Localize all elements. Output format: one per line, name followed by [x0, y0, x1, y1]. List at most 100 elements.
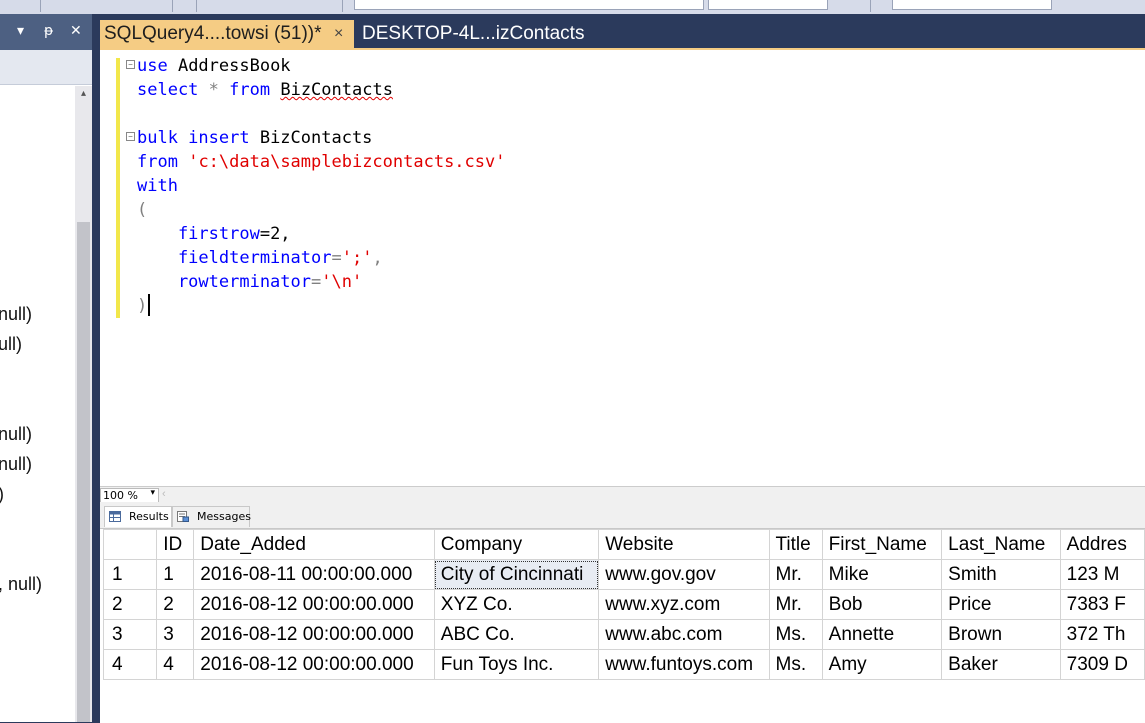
table-cell[interactable]: Ms.	[768, 649, 823, 680]
table-row[interactable]: 4 4 2016-08-12 00:00:00.000 Fun Toys Inc. ww…	[102, 649, 1145, 680]
search-combo[interactable]	[892, 0, 1052, 10]
code-token: )	[137, 296, 148, 316]
zoom-select[interactable]: 100 % ▾	[100, 488, 159, 503]
code-token: =	[331, 248, 342, 268]
pin-icon[interactable]: ᵽ	[44, 23, 53, 39]
table-cell[interactable]: 4	[156, 649, 195, 680]
table-cell[interactable]: www.abc.com	[598, 619, 770, 650]
code-line[interactable]: select * from BizContacts	[137, 78, 393, 102]
table-cell[interactable]: 123 M	[1059, 559, 1145, 590]
tree-item-text[interactable]: null)	[0, 454, 32, 475]
table-cell[interactable]: ABC Co.	[433, 619, 600, 650]
panel-splitter[interactable]	[92, 14, 100, 722]
code-token: =2,	[259, 224, 291, 244]
close-panel-icon[interactable]: ✕	[70, 23, 82, 39]
tab-messages[interactable]: Messages	[172, 506, 251, 527]
table-cell[interactable]: XYZ Co.	[433, 589, 600, 620]
query-editor[interactable]: − − use AddressBook select * from BizCont…	[100, 50, 1145, 486]
code-line[interactable]: firstrow=2,	[137, 222, 291, 246]
code-line[interactable]: rowterminator='\n'	[137, 270, 362, 294]
tree-item-text[interactable]: )	[0, 484, 4, 505]
table-cell[interactable]: 2016-08-12 00:00:00.000	[193, 649, 435, 680]
row-number-cell[interactable]: 2	[102, 589, 158, 620]
table-cell[interactable]: www.gov.gov	[598, 559, 770, 590]
column-header-last-name[interactable]: Last_Name	[941, 529, 1061, 560]
grid-icon	[109, 511, 121, 522]
row-number-cell[interactable]: 3	[102, 619, 158, 650]
tab-sqlquery4[interactable]: SQLQuery4....towsi (51))* ×	[100, 20, 354, 48]
column-header-address[interactable]: Addres	[1059, 529, 1145, 560]
collapse-icon[interactable]: −	[126, 132, 135, 141]
code-token: select	[137, 80, 199, 100]
table-cell[interactable]: Amy	[821, 649, 943, 680]
scroll-left-icon[interactable]: ‹	[162, 488, 166, 500]
code-line[interactable]: )	[137, 294, 147, 318]
code-token: with	[137, 176, 178, 196]
table-cell[interactable]: 372 Th	[1059, 619, 1145, 650]
code-token: use	[137, 56, 168, 76]
table-cell[interactable]: Mr.	[768, 559, 823, 590]
code-line[interactable]: fieldterminator=';',	[137, 246, 383, 270]
table-cell[interactable]: 2016-08-12 00:00:00.000	[193, 589, 435, 620]
tree-item-text[interactable]: null)	[0, 304, 32, 325]
table-cell[interactable]: Price	[941, 589, 1061, 620]
table-cell[interactable]: www.funtoys.com	[598, 649, 770, 680]
row-number-cell[interactable]: 1	[102, 559, 158, 590]
column-header-id[interactable]: ID	[156, 529, 195, 560]
code-line[interactable]: with	[137, 174, 178, 198]
toolbar-separator	[172, 0, 173, 12]
table-cell[interactable]: www.xyz.com	[598, 589, 770, 620]
column-header-date-added[interactable]: Date_Added	[193, 529, 435, 560]
scroll-up-icon[interactable]: ▴	[75, 88, 92, 102]
column-header-website[interactable]: Website	[598, 529, 770, 560]
close-tab-icon[interactable]: ×	[334, 20, 343, 48]
table-cell[interactable]: 2016-08-12 00:00:00.000	[193, 619, 435, 650]
column-header-company[interactable]: Company	[433, 529, 600, 560]
code-line[interactable]: (	[137, 198, 147, 222]
table-row[interactable]: 1 1 2016-08-11 00:00:00.000 City of Cincinn…	[102, 559, 1145, 590]
table-cell[interactable]: Ms.	[768, 619, 823, 650]
table-cell[interactable]: Mr.	[768, 589, 823, 620]
tree-item-text[interactable]: ull)	[0, 334, 22, 355]
table-cell[interactable]: 2	[156, 589, 195, 620]
table-cell[interactable]: 7383 F	[1059, 589, 1145, 620]
tree-item-text[interactable]: null)	[0, 424, 32, 445]
code-line[interactable]: use AddressBook	[137, 54, 291, 78]
tab-results[interactable]: Results	[104, 506, 172, 527]
panel-title-bar: ▾ ᵽ ✕	[0, 14, 92, 50]
table-cell[interactable]: City of Cincinnati	[433, 559, 600, 590]
results-grid[interactable]: ID Date_Added Company Website Title Firs…	[100, 528, 1145, 723]
table-cell[interactable]: Annette	[821, 619, 943, 650]
table-cell[interactable]: Fun Toys Inc.	[433, 649, 600, 680]
code-line[interactable]: bulk insert BizContacts	[137, 126, 372, 150]
table-cell[interactable]: 3	[156, 619, 195, 650]
table-cell[interactable]: Mike	[821, 559, 943, 590]
results-tab-strip: Results Messages	[100, 502, 1145, 528]
table-row[interactable]: 3 3 2016-08-12 00:00:00.000 ABC Co. www.abc.…	[102, 619, 1145, 650]
panel-scrollbar[interactable]: ▴	[75, 86, 92, 722]
table-cell[interactable]: Baker	[941, 649, 1061, 680]
tab-desktop-bizcontacts[interactable]: DESKTOP-4L...izContacts	[362, 20, 662, 48]
column-header-rownum[interactable]	[102, 529, 158, 560]
row-number-cell[interactable]: 4	[102, 649, 158, 680]
tab-label: SQLQuery4....towsi (51))*	[104, 23, 322, 44]
tree-item-text[interactable]: , null)	[0, 574, 42, 595]
code-token: =	[311, 272, 322, 292]
table-cell[interactable]: 7309 D	[1059, 649, 1145, 680]
table-cell[interactable]: Bob	[821, 589, 943, 620]
table-cell[interactable]: 2016-08-11 00:00:00.000	[193, 559, 435, 590]
table-row[interactable]: 2 2 2016-08-12 00:00:00.000 XYZ Co. www.xyz.…	[102, 589, 1145, 620]
table-cell[interactable]: Smith	[941, 559, 1061, 590]
panel-dropdown-icon[interactable]: ▾	[17, 23, 24, 39]
column-header-first-name[interactable]: First_Name	[821, 529, 943, 560]
table-cell[interactable]: Brown	[941, 619, 1061, 650]
table-cell[interactable]: 1	[156, 559, 195, 590]
column-header-title[interactable]: Title	[768, 529, 823, 560]
scrollbar-thumb[interactable]	[77, 222, 90, 722]
collapse-icon[interactable]: −	[126, 60, 135, 69]
code-token: bulk insert	[137, 128, 250, 148]
database-combo[interactable]	[708, 0, 828, 10]
toolbar-combo[interactable]	[354, 0, 704, 10]
toolbar-strip	[0, 0, 1145, 15]
code-line[interactable]: from 'c:\data\samplebizcontacts.csv'	[137, 150, 505, 174]
